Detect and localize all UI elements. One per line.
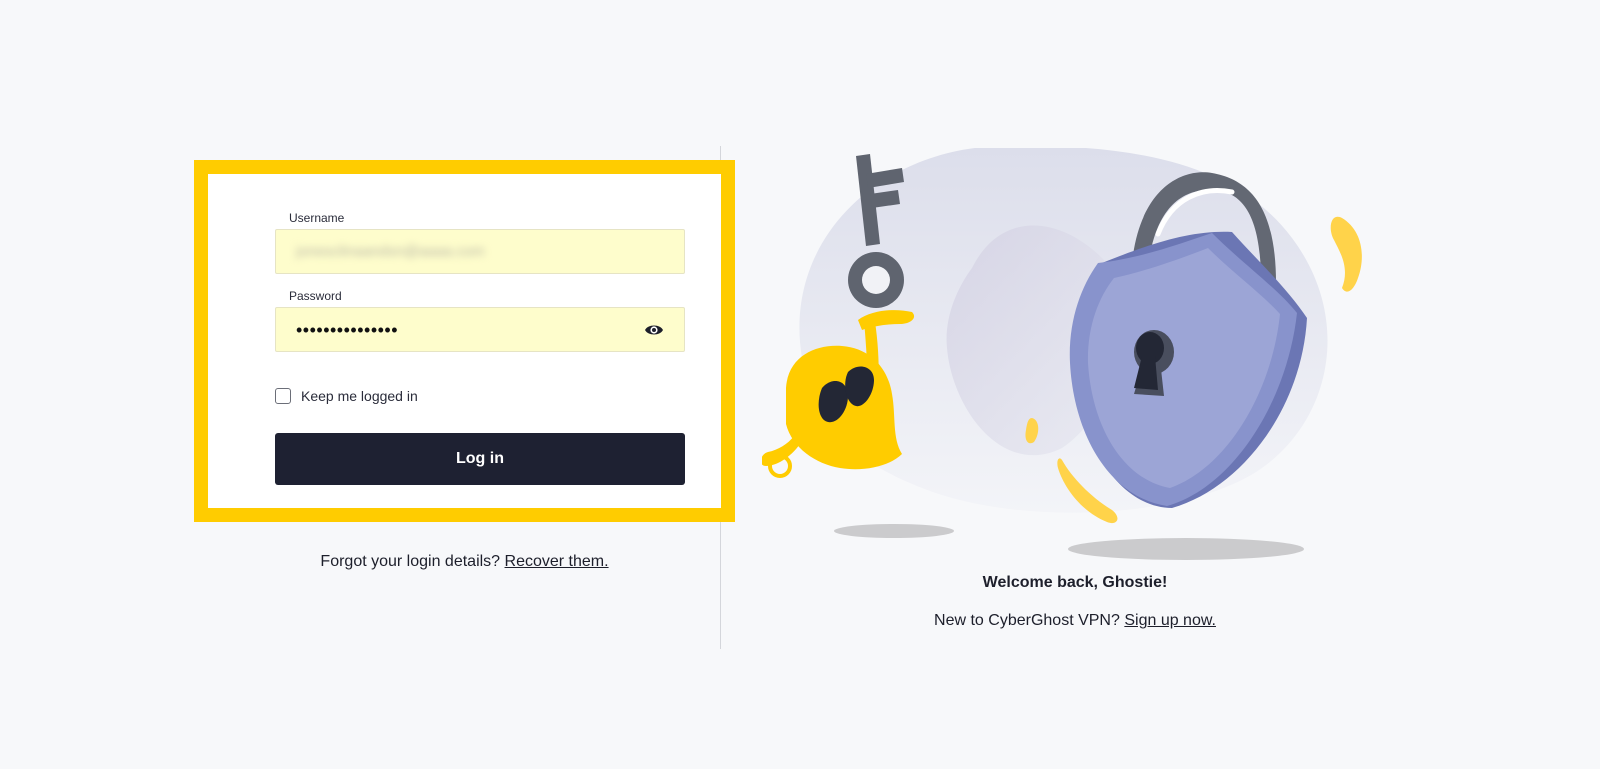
ghost-arm-down bbox=[762, 436, 800, 466]
remember-label: Keep me logged in bbox=[301, 388, 418, 404]
login-form: Username jonesclinaandsn@aaaa.com Passwo… bbox=[194, 160, 735, 522]
password-field[interactable]: ••••••••••••••• bbox=[275, 307, 685, 352]
remember-checkbox[interactable] bbox=[275, 388, 291, 404]
lock-shadow bbox=[1068, 538, 1304, 560]
username-label: Username bbox=[289, 211, 345, 225]
password-value: ••••••••••••••• bbox=[296, 320, 399, 340]
signup-link[interactable]: Sign up now. bbox=[1124, 612, 1216, 629]
remember-me: Keep me logged in bbox=[275, 388, 418, 404]
signup-row: New to CyberGhost VPN? Sign up now. bbox=[880, 612, 1270, 630]
recover-row: Forgot your login details? Recover them. bbox=[194, 553, 735, 571]
yellow-splash-right bbox=[1330, 216, 1362, 292]
ghost-lock-illustration bbox=[762, 148, 1362, 560]
ghost-shadow bbox=[834, 524, 954, 538]
recover-link[interactable]: Recover them. bbox=[505, 553, 609, 570]
username-value: jonesclinaandsn@aaaa.com bbox=[296, 243, 485, 260]
username-field[interactable]: jonesclinaandsn@aaaa.com bbox=[275, 229, 685, 274]
eye-icon[interactable] bbox=[644, 322, 664, 338]
signup-prompt: New to CyberGhost VPN? bbox=[934, 612, 1120, 629]
password-label: Password bbox=[289, 289, 342, 303]
login-button[interactable]: Log in bbox=[275, 433, 685, 485]
welcome-title: Welcome back, Ghostie! bbox=[982, 574, 1168, 591]
recover-prompt: Forgot your login details? bbox=[320, 553, 501, 570]
